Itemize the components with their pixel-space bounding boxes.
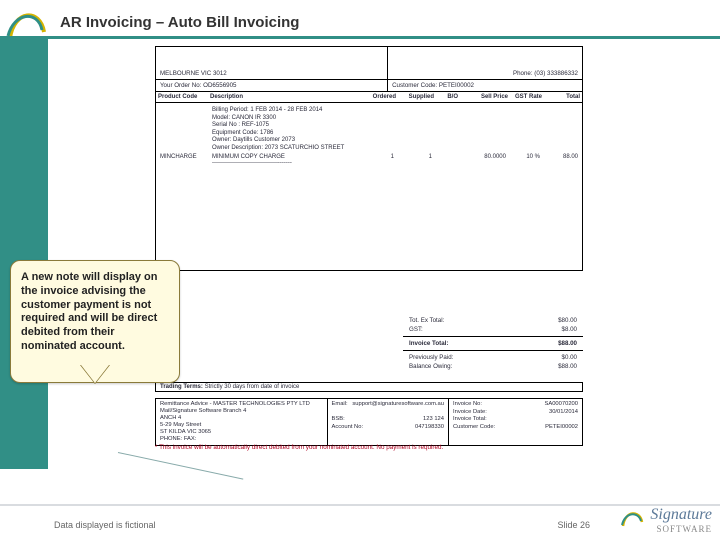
serial: Serial No : REF-1075 — [212, 122, 578, 130]
equip: Equipment Code: 1786 — [212, 130, 578, 138]
dashes: ---------------------------------------- — [212, 160, 578, 168]
model: Model: CANON IR 3300 — [212, 115, 578, 123]
disclaimer-text: Data displayed is fictional — [54, 520, 156, 530]
terms-row: Trading Terms: Strictly 30 days from dat… — [155, 382, 583, 392]
address-line: MELBOURNE VIC 3012 — [160, 70, 383, 77]
invoice-preview: MELBOURNE VIC 3012 Phone: (03) 333886332… — [155, 46, 583, 496]
header-rule — [0, 36, 720, 39]
side-accent — [0, 39, 48, 469]
phone-line: Phone: (03) 333886332 — [513, 70, 578, 77]
table-header: Product Code Description Ordered Supplie… — [155, 92, 583, 103]
cust-code: PETEI00002 — [439, 82, 474, 89]
invoice-body: Billing Period: 1 FEB 2014 - 28 FEB 2014… — [155, 103, 583, 271]
totals-block: Tot. Ex Total:$80.00 GST:$8.00 Invoice T… — [403, 316, 583, 371]
page-title: AR Invoicing – Auto Bill Invoicing — [60, 14, 299, 31]
cust-code-label: Customer Code: — [392, 82, 437, 89]
order-no: OD6556905 — [203, 82, 236, 89]
brand-logo: SignatureSOFTWARE — [650, 506, 712, 534]
invoice-footer: Remittance Advice - MASTER TECHNOLOGIES … — [155, 398, 583, 446]
owner-desc: Owner Description: 2073 SCATURCHIO STREE… — [212, 145, 578, 153]
slide-number: Slide 26 — [557, 520, 590, 530]
order-no-label: Your Order No: — [160, 82, 201, 89]
owner: Owner: Daytills Customer 2073 — [212, 137, 578, 145]
billing-period: Billing Period: 1 FEB 2014 - 28 FEB 2014 — [212, 107, 578, 115]
footer-rule — [0, 504, 720, 506]
dd-warning: * This invoice will be automatically dir… — [155, 444, 583, 451]
annotation-callout: A new note will display on the invoice a… — [10, 260, 180, 383]
brand-arc-icon — [620, 506, 644, 530]
